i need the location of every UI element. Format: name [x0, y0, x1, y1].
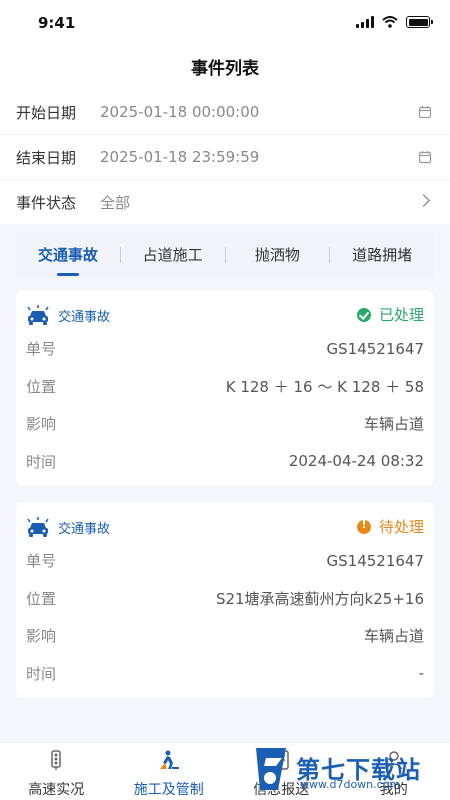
row-value: GS14521647: [326, 339, 425, 358]
card-header: 交通事故 已处理: [26, 300, 424, 330]
watermark: 第七下载站 www.d7down.com: [252, 744, 446, 794]
calendar-icon[interactable]: [418, 150, 432, 164]
event-status-label: 事件状态: [16, 193, 77, 212]
card-row-location: 位置 S21塘承高速蓟州方向k25+16: [26, 580, 424, 618]
card-row-id: 单号 GS14521647: [26, 542, 424, 580]
event-status-field[interactable]: 事件状态 全部: [0, 180, 450, 224]
row-value: 2024-04-24 08:32: [288, 452, 424, 471]
tabbar-highway-live[interactable]: 高速实况: [0, 743, 113, 800]
card-row-id: 单号 GS14521647: [26, 330, 424, 368]
card-row-impact: 影响 车辆占道: [26, 405, 424, 443]
row-label: 时间: [26, 664, 57, 683]
signal-icon: [356, 16, 374, 28]
tabbar-label: 高速实况: [28, 782, 85, 798]
status-bar: 9:41: [0, 0, 450, 48]
row-value: 车辆占道: [363, 415, 424, 434]
tabbar-label: 施工及管制: [133, 782, 204, 798]
row-value: K 128 ＋ 16 ～ K 128 ＋ 58: [225, 377, 424, 396]
tab-traffic-accident[interactable]: 交通事故: [16, 232, 120, 278]
tab-road-congestion[interactable]: 道路拥堵: [330, 232, 434, 278]
start-date-value[interactable]: 2025-01-18 00:00:00: [100, 103, 434, 121]
start-date-label: 开始日期: [16, 103, 77, 122]
row-label: 时间: [26, 452, 57, 471]
row-label: 位置: [26, 589, 57, 608]
watermark-logo: [256, 748, 286, 790]
row-value: -: [418, 664, 424, 683]
tab-debris[interactable]: 抛洒物: [226, 232, 330, 278]
construction-worker-icon: [159, 750, 179, 769]
end-date-field[interactable]: 结束日期 2025-01-18 23:59:59: [0, 135, 450, 180]
row-label: 影响: [26, 627, 57, 646]
event-type: 交通事故: [58, 309, 111, 325]
card-row-time: 时间 -: [26, 655, 424, 693]
status-badge: 已处理: [356, 304, 424, 325]
start-date-field[interactable]: 开始日期 2025-01-18 00:00:00: [0, 90, 450, 135]
battery-icon: [406, 16, 433, 28]
status-time: 9:41: [38, 14, 76, 32]
event-type: 交通事故: [58, 521, 111, 537]
row-label: 单号: [26, 552, 57, 571]
alert-circle-icon: [356, 518, 371, 534]
card-row-time: 时间 2024-04-24 08:32: [26, 443, 424, 481]
row-value: GS14521647: [326, 551, 425, 570]
row-label: 位置: [26, 377, 57, 396]
status-text: 已处理: [378, 306, 424, 324]
card-row-impact: 影响 车辆占道: [26, 617, 424, 655]
end-date-label: 结束日期: [16, 148, 77, 167]
status-icons: [356, 16, 433, 28]
event-card[interactable]: 交通事故 待处理 单号 GS14521647 位置 S21塘承高速蓟州方向k25…: [16, 502, 434, 698]
check-circle-icon: [356, 307, 371, 322]
card-header: 交通事故 待处理: [26, 512, 424, 542]
event-card[interactable]: 交通事故 已处理 单号 GS14521647 位置 K 128 ＋ 16 ～ K…: [16, 290, 434, 486]
watermark-url: www.d7down.com: [300, 778, 401, 791]
event-status-value[interactable]: 全部: [100, 192, 434, 213]
end-date-value[interactable]: 2025-01-18 23:59:59: [100, 148, 434, 166]
page-title: 事件列表: [0, 48, 450, 90]
status-badge: 待处理: [356, 516, 424, 537]
row-value: S21塘承高速蓟州方向k25+16: [215, 589, 424, 608]
car-accident-icon: [27, 517, 49, 537]
car-accident-icon: [27, 305, 49, 325]
row-label: 单号: [26, 340, 57, 359]
status-text: 待处理: [378, 518, 424, 536]
category-tabs: 交通事故 占道施工 抛洒物 道路拥堵: [16, 232, 434, 278]
event-list: 交通事故 已处理 单号 GS14521647 位置 K 128 ＋ 16 ～ K…: [0, 278, 450, 698]
row-value: 车辆占道: [363, 627, 424, 646]
card-row-location: 位置 K 128 ＋ 16 ～ K 128 ＋ 58: [26, 368, 424, 406]
wifi-icon: [382, 16, 398, 28]
calendar-icon[interactable]: [418, 105, 432, 119]
row-label: 影响: [26, 415, 57, 434]
traffic-light-icon: [51, 750, 61, 770]
tabbar-construction-control[interactable]: 施工及管制: [113, 743, 226, 800]
tab-road-construction[interactable]: 占道施工: [121, 232, 225, 278]
